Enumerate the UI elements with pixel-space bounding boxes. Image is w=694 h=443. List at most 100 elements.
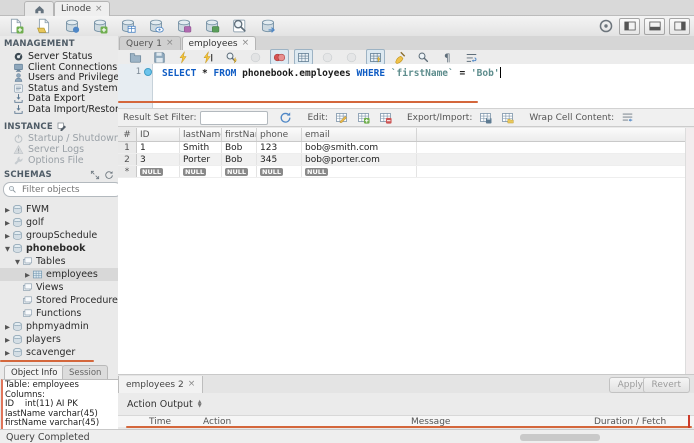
grid-column-header-phone[interactable]: phone	[257, 128, 302, 141]
expander-icon[interactable]: ▶	[3, 336, 12, 344]
grid-cell[interactable]: NULL	[222, 166, 257, 177]
schema-filter-input[interactable]	[20, 183, 104, 196]
save-script-icon[interactable]	[150, 49, 169, 65]
home-tab[interactable]	[24, 1, 54, 16]
execute-icon[interactable]	[174, 49, 193, 65]
expander-icon[interactable]: ▼	[3, 245, 12, 253]
grid-row-number[interactable]: 1	[118, 142, 137, 153]
grid-cell[interactable]: 1	[137, 142, 180, 153]
status-ring-icon[interactable]	[597, 17, 615, 35]
invisibles-icon[interactable]: ¶	[438, 49, 457, 65]
editor-splitter[interactable]	[118, 101, 478, 103]
add-row-icon[interactable]	[354, 110, 373, 126]
tree-item-phpmyadmin[interactable]: ▶ phpmyadmin	[0, 320, 118, 333]
stop-icon[interactable]	[246, 49, 265, 65]
grid-cell[interactable]: Porter	[180, 154, 222, 165]
sql-text[interactable]: SELECT * FROM phonebook.employees WHERE …	[162, 67, 501, 79]
grid-cell[interactable]: Bob	[222, 154, 257, 165]
new-query-tab-icon[interactable]	[7, 17, 25, 35]
sidebar-item-status-and-system-variables[interactable]: Status and System Variables	[0, 83, 118, 94]
reconnect-icon[interactable]	[259, 17, 277, 35]
grid-row-number[interactable]: 2	[118, 154, 137, 165]
stop-on-error-icon[interactable]	[270, 49, 289, 65]
close-icon[interactable]: ×	[95, 4, 103, 14]
sidebar-item-options-file[interactable]: Options File	[0, 155, 118, 166]
open-sql-script-icon[interactable]	[35, 17, 53, 35]
wrap-cell-icon[interactable]	[618, 110, 637, 126]
find-icon[interactable]	[414, 49, 433, 65]
grid-cell[interactable]: bob@smith.com	[302, 142, 417, 153]
close-icon[interactable]: ×	[166, 39, 174, 48]
expand-panel-icon[interactable]	[90, 170, 100, 180]
query-tab-query-1[interactable]: Query 1 ×	[119, 36, 181, 50]
expander-icon[interactable]: ▼	[13, 258, 22, 266]
commit-icon[interactable]	[318, 49, 337, 65]
expander-icon[interactable]: ▶	[3, 219, 12, 227]
sidebar-item-users-and-privileges[interactable]: Users and Privileges	[0, 72, 118, 83]
toggle-right-panel-icon[interactable]	[669, 17, 690, 35]
instance-config-icon[interactable]	[57, 122, 67, 132]
rollback-icon[interactable]	[342, 49, 361, 65]
expander-icon[interactable]: ▶	[23, 271, 32, 279]
delete-row-icon[interactable]	[376, 110, 395, 126]
sidebar-item-client-connections[interactable]: Client Connections	[0, 62, 118, 73]
new-connection-icon[interactable]	[63, 17, 81, 35]
grid-cell[interactable]: NULL	[137, 166, 180, 177]
query-tab-employees[interactable]: employees ×	[181, 36, 257, 50]
grid-vertical-scrollbar[interactable]	[685, 128, 694, 374]
tab-session[interactable]: Session	[62, 365, 109, 379]
create-procedure-icon[interactable]	[175, 17, 193, 35]
action-output-select[interactable]: Action Output ▲ ▼	[123, 398, 206, 411]
tree-item-phonebook[interactable]: ▼ phonebook	[0, 242, 118, 255]
grid-column-header-lastname[interactable]: lastName	[180, 128, 222, 141]
tree-item-golf[interactable]: ▶ golf	[0, 216, 118, 229]
open-script-icon[interactable]	[126, 49, 145, 65]
wrap-text-icon[interactable]	[462, 49, 481, 65]
search-data-icon[interactable]	[231, 17, 249, 35]
grid-cell[interactable]: Bob	[222, 142, 257, 153]
grid-column-header-firstname[interactable]: firstName	[222, 128, 257, 141]
refresh-icon[interactable]	[276, 110, 295, 126]
beautify-icon[interactable]	[390, 49, 409, 65]
revert-button[interactable]: Revert	[642, 377, 690, 393]
tree-item-scavenger[interactable]: ▶ scavenger	[0, 346, 118, 359]
expander-icon[interactable]: ▶	[3, 323, 12, 331]
tab-object-info[interactable]: Object Info	[4, 365, 65, 379]
grid-cell[interactable]: 345	[257, 154, 302, 165]
export-result-icon[interactable]	[476, 110, 495, 126]
tree-item-employees[interactable]: ▶ employees	[0, 268, 118, 281]
grid-column-header-email[interactable]: email	[302, 128, 417, 141]
grid-cell[interactable]: bob@porter.com	[302, 154, 417, 165]
sidebar-item-server-logs[interactable]: Server Logs	[0, 144, 118, 155]
grid-cell[interactable]: Smith	[180, 142, 222, 153]
sidebar-item-server-status[interactable]: Server Status	[0, 51, 118, 62]
grid-column-header-id[interactable]: ID	[137, 128, 180, 141]
explain-icon[interactable]	[222, 49, 241, 65]
status-scrollbar-thumb[interactable]	[520, 434, 600, 441]
grid-row-number[interactable]: *	[118, 166, 137, 177]
tree-item-players[interactable]: ▶ players	[0, 333, 118, 346]
expander-icon[interactable]: ▶	[3, 349, 12, 357]
toggle-bottom-panel-icon[interactable]	[644, 17, 665, 35]
grid-cell[interactable]: NULL	[180, 166, 222, 177]
import-records-icon[interactable]	[498, 110, 517, 126]
limit-rows-icon[interactable]	[294, 49, 313, 65]
toggle-left-panel-icon[interactable]	[619, 17, 640, 35]
expander-icon[interactable]: ▶	[3, 232, 12, 240]
create-schema-icon[interactable]	[91, 17, 109, 35]
tree-item-tables[interactable]: ▼ Tables	[0, 255, 118, 268]
sidebar-item-data-export[interactable]: Data Export	[0, 93, 118, 104]
autocommit-icon[interactable]	[366, 49, 385, 65]
tree-item-fwm[interactable]: ▶ FWM	[0, 203, 118, 216]
sidebar-splitter[interactable]	[0, 360, 94, 362]
close-icon[interactable]: ×	[188, 380, 196, 389]
result-tab-employees-2[interactable]: employees 2 ×	[118, 376, 204, 394]
tree-item-functions[interactable]: Functions	[0, 307, 118, 320]
grid-cell[interactable]: 123	[257, 142, 302, 153]
grid-cell[interactable]: 3	[137, 154, 180, 165]
sidebar-item-startup-shutdown[interactable]: Startup / Shutdown	[0, 133, 118, 144]
execute-current-icon[interactable]	[198, 49, 217, 65]
connection-tab-linode[interactable]: Linode ×	[54, 1, 110, 16]
grid-column-header-rownum[interactable]: #	[118, 128, 137, 141]
sidebar-item-data-import-restore[interactable]: Data Import/Restore	[0, 104, 118, 115]
